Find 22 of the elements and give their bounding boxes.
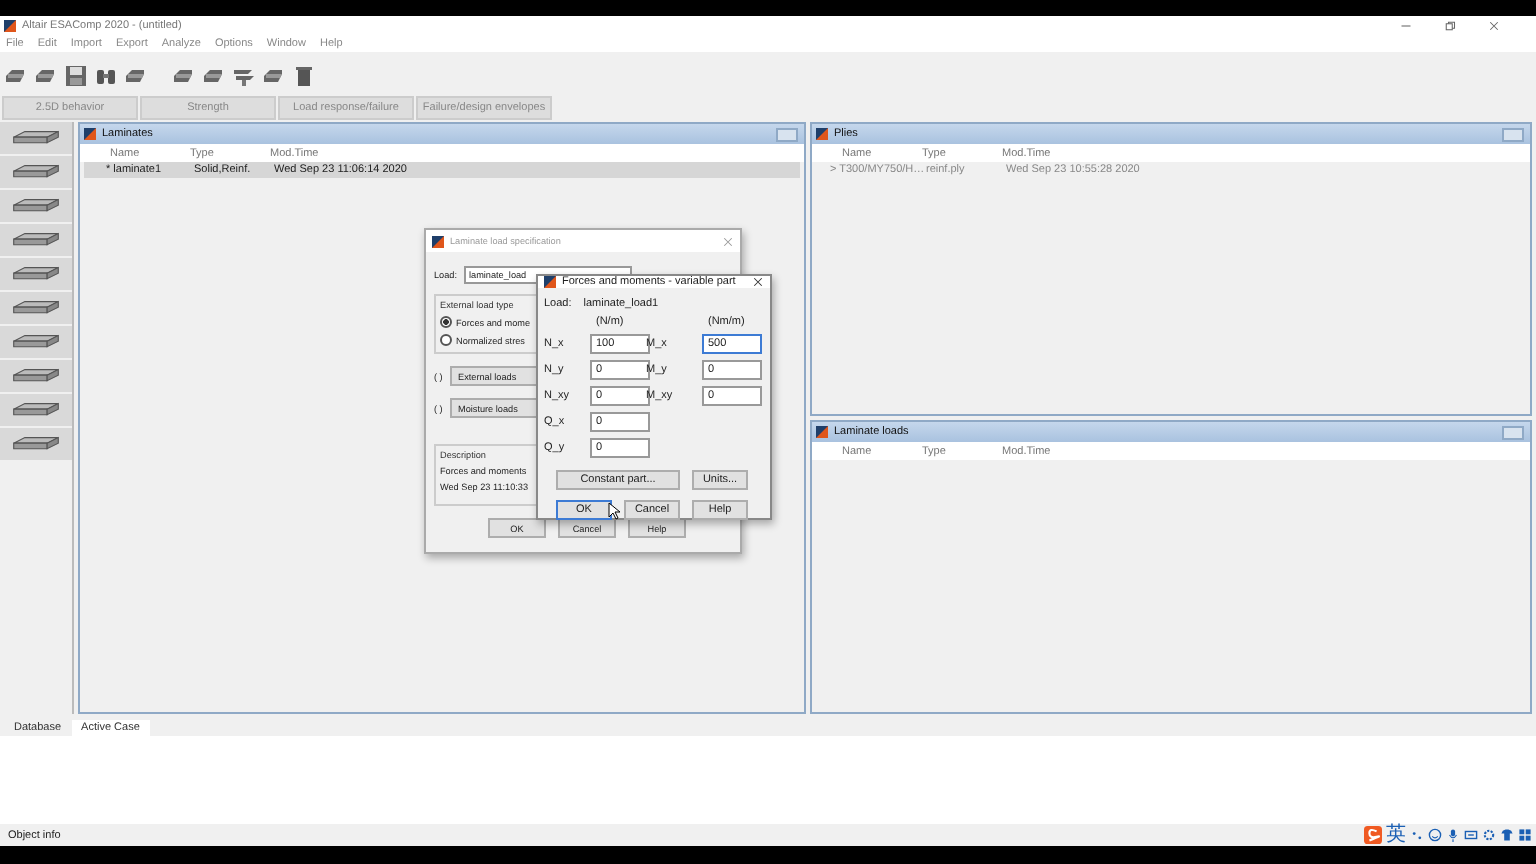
save-icon[interactable]	[64, 63, 88, 87]
radio-button[interactable]	[440, 334, 452, 346]
close-icon[interactable]	[752, 276, 764, 288]
panel-logo-icon	[84, 128, 96, 140]
app-logo-icon	[544, 276, 556, 288]
smiley-icon[interactable]	[1428, 828, 1442, 842]
cursor-icon	[608, 502, 620, 520]
microphone-icon[interactable]	[1446, 828, 1460, 842]
app-logo-icon	[4, 19, 16, 31]
input-method-icon[interactable]	[1364, 826, 1382, 844]
grid-icon[interactable]	[1518, 828, 1532, 842]
panel-logo-icon	[816, 426, 828, 438]
language-indicator[interactable]: 英	[1386, 825, 1406, 845]
close-icon[interactable]	[1488, 19, 1500, 31]
app-logo-icon	[432, 235, 444, 247]
radio-button[interactable]	[440, 316, 452, 328]
plate-icon[interactable]	[0, 122, 72, 154]
shirt-icon[interactable]	[1500, 828, 1514, 842]
trash-icon[interactable]	[292, 63, 316, 87]
restore-icon[interactable]	[1444, 19, 1456, 31]
keyboard-icon[interactable]	[1464, 828, 1478, 842]
panel-logo-icon	[816, 128, 828, 140]
